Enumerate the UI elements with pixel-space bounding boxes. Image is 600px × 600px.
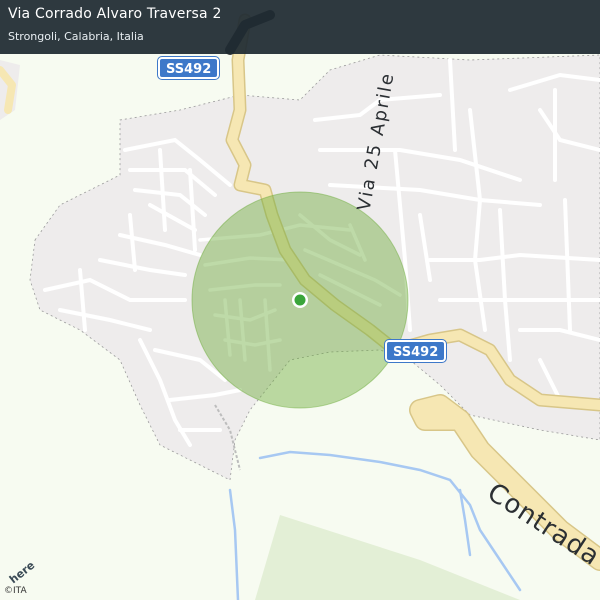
- location-title: Via Corrado Alvaro Traversa 2: [8, 6, 222, 22]
- copyright-text: ©ITA: [4, 586, 27, 596]
- location-subtitle: Strongoli, Calabria, Italia: [8, 30, 144, 43]
- road-shield-ss492: SS492: [383, 339, 448, 363]
- road-shield-ss492: SS492: [156, 56, 221, 80]
- location-header: Via Corrado Alvaro Traversa 2 Strongoli,…: [0, 0, 600, 54]
